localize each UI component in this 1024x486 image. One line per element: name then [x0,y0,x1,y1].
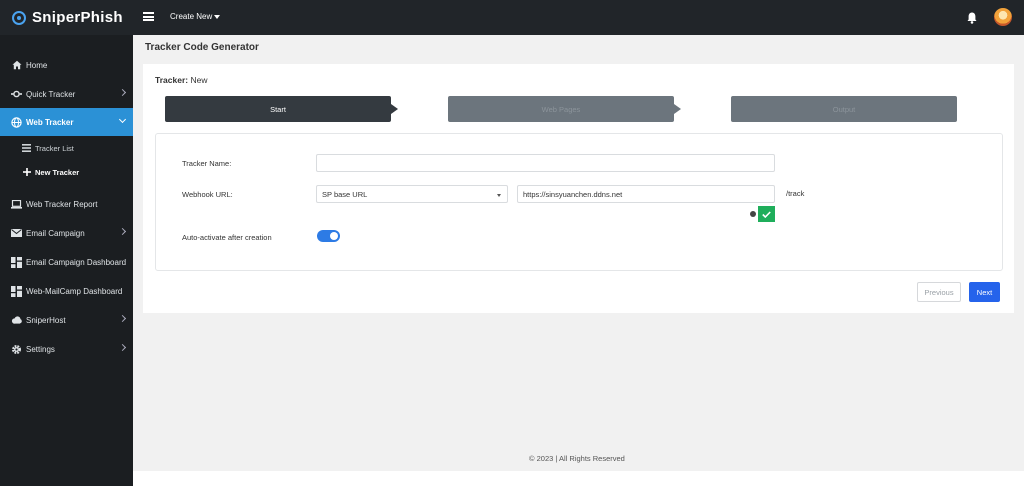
chevron-right-icon [118,227,127,236]
sidebar-item-settings[interactable]: Settings [0,335,133,363]
sidebar-subitem-label: Tracker List [35,143,74,153]
webhook-url-label: Webhook URL: [182,190,233,199]
sidebar-item-web-tracker-report[interactable]: Web Tracker Report [0,190,133,218]
sidebar-item-label: Home [26,60,48,70]
logo-icon [12,10,26,25]
tracker-name-input[interactable] [316,154,775,172]
sidebar-item-label: Email Campaign [26,228,85,238]
step-label: Web Pages [541,104,581,114]
sidebar: Home Quick Tracker Web Tracker Tracker L… [0,35,133,486]
sidebar-item-label: Web Tracker [26,117,74,127]
step-output[interactable]: Output [731,96,957,122]
sidebar-item-quick-tracker[interactable]: Quick Tracker [0,80,133,108]
sidebar-item-label: Settings [26,344,55,354]
sidebar-item-email-campaign-dashboard[interactable]: Email Campaign Dashboard [0,248,133,276]
webhook-base-select[interactable]: SP base URL [316,185,508,203]
check-icon [762,210,771,218]
tracker-status: New [190,75,208,85]
tracker-name-label: Tracker Name: [182,159,232,168]
dashboard-icon [11,285,22,297]
top-navbar: SniperPhish Create New [0,0,1024,35]
create-new-dropdown[interactable]: Create New [170,12,221,21]
plus-icon [22,168,31,177]
webhook-suffix: /track [786,189,805,198]
footer-text: © 2023 | All Rights Reserved [529,454,625,463]
app-name: SniperPhish [32,9,123,26]
create-new-label: Create New [170,12,213,21]
sidebar-item-web-mailcamp-dashboard[interactable]: Web-MailCamp Dashboard [0,277,133,305]
page-title: Tracker Code Generator [145,42,259,53]
sidebar-subitem-tracker-list[interactable]: Tracker List [0,137,133,159]
sidebar-item-home[interactable]: Home [0,51,133,79]
crosshair-icon [11,89,22,100]
tracker-prefix: Tracker: [155,75,189,85]
sidebar-item-web-tracker[interactable]: Web Tracker [0,108,133,136]
bell-icon[interactable] [967,11,977,24]
verify-url-button[interactable] [758,206,775,222]
chevron-down-icon [497,194,501,197]
user-avatar[interactable] [994,8,1012,26]
chevron-down-icon [118,115,127,124]
cloud-icon [11,315,22,326]
sidebar-item-label: Quick Tracker [26,89,76,99]
step-arrow-icon [674,104,681,114]
step-label: Start [270,104,286,114]
info-icon[interactable] [750,211,756,217]
chevron-right-icon [118,343,127,352]
step-start[interactable]: Start [165,96,398,122]
sidebar-item-label: SniperHost [26,315,66,325]
dashboard-icon [11,256,22,268]
auto-activate-label: Auto-activate after creation [182,233,272,242]
auto-activate-toggle[interactable] [317,230,340,242]
envelope-icon [11,228,22,239]
sidebar-item-label: Email Campaign Dashboard [26,257,127,267]
step-web-pages[interactable]: Web Pages [448,96,681,122]
gear-icon [11,344,22,355]
chevron-right-icon [118,314,127,323]
footer-bar [133,471,1024,486]
globe-icon [11,116,22,128]
next-button[interactable]: Next [969,282,1000,302]
home-icon [11,60,22,71]
list-icon [22,144,31,153]
sidebar-subitem-new-tracker[interactable]: New Tracker [0,161,133,183]
sidebar-item-sniperhost[interactable]: SniperHost [0,306,133,334]
step-arrow-icon [391,104,398,114]
webhook-url-input[interactable]: https://sinsyuanchen.ddns.net [517,185,775,203]
previous-button[interactable]: Previous [917,282,961,302]
sidebar-item-email-campaign[interactable]: Email Campaign [0,219,133,247]
sidebar-item-label: Web Tracker Report [26,199,98,209]
laptop-icon [11,199,22,210]
webhook-base-value: SP base URL [322,189,368,199]
menu-toggle-icon[interactable] [143,12,154,21]
sidebar-item-label: Web-MailCamp Dashboard [26,286,123,296]
sidebar-subitem-label: New Tracker [35,167,80,177]
app-logo[interactable]: SniperPhish [12,9,123,26]
tracker-header: Tracker: New [155,75,207,85]
chevron-right-icon [118,88,127,97]
chevron-down-icon [214,14,221,19]
step-label: Output [832,104,856,114]
